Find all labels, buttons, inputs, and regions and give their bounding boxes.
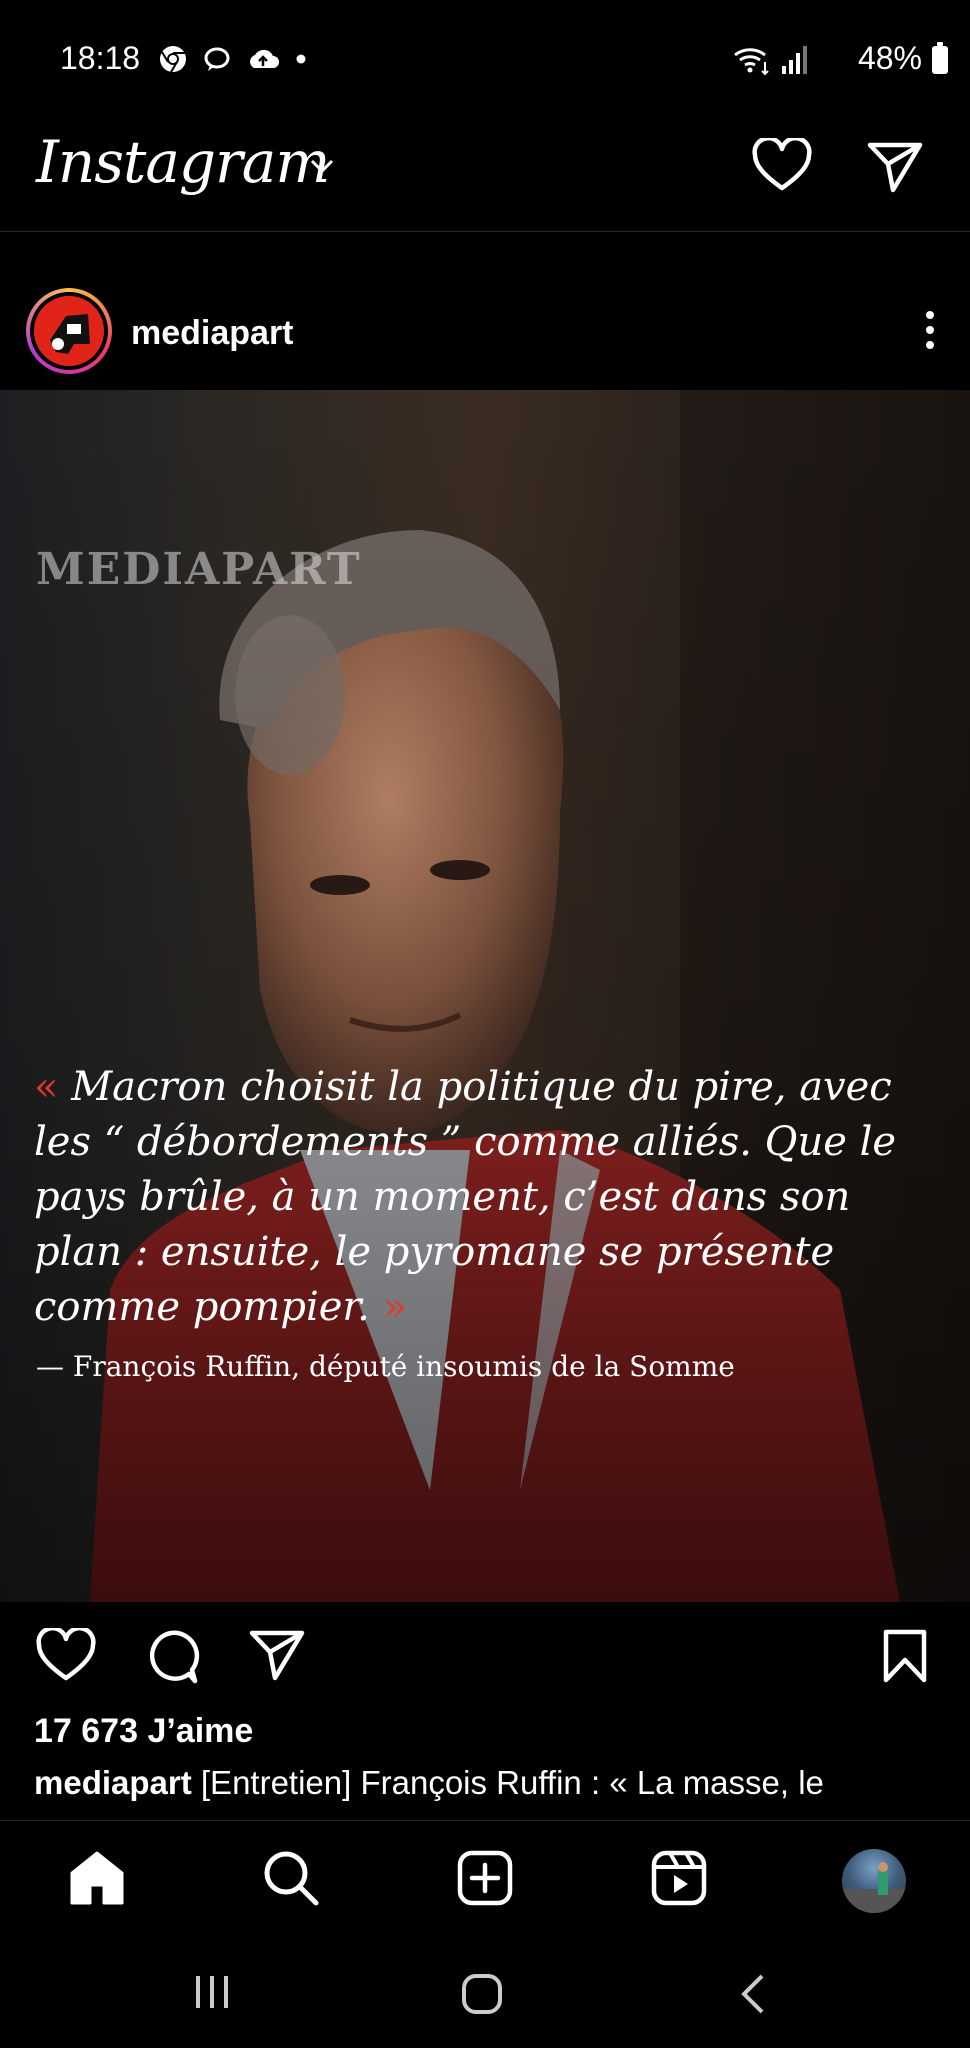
quote-author: — François Ruffin, député insoumis de la… [36, 1350, 735, 1383]
image-watermark: MEDIAPART [36, 544, 362, 595]
story-ring[interactable] [26, 288, 112, 374]
search-icon[interactable] [262, 1849, 320, 1907]
bottom-nav [0, 1820, 970, 1940]
quote-text: Macron choisit la politique du pire, ave… [34, 1064, 897, 1330]
notification-icons [158, 44, 308, 74]
profile-photo [842, 1862, 906, 1913]
mediapart-avatar [34, 296, 104, 366]
status-bar: 18:18 48% [0, 0, 970, 110]
cloud-upload-icon [250, 49, 279, 68]
chat-bubble-icon [204, 47, 230, 71]
quote-close: » [382, 1284, 408, 1330]
likes-count[interactable]: 17 673 J’aime [34, 1712, 253, 1751]
system-navigation-bar [0, 1940, 970, 2048]
heart-icon[interactable] [752, 138, 812, 194]
comment-icon[interactable] [142, 1628, 200, 1686]
avatar-border [30, 292, 108, 370]
battery-icon [932, 42, 948, 74]
battery-percent: 48% [857, 40, 922, 76]
reels-icon[interactable] [650, 1849, 708, 1907]
profile-avatar[interactable] [842, 1849, 906, 1913]
back-icon[interactable] [738, 1972, 768, 2016]
dot-icon [296, 54, 306, 64]
caption-text: [Entretien] François Ruffin : « La masse… [191, 1764, 824, 1801]
caption-username[interactable]: mediapart [34, 1764, 192, 1801]
instagram-logo[interactable]: Instagram [36, 128, 330, 196]
app-header: Instagram [0, 110, 970, 232]
home-button-icon[interactable] [460, 1972, 504, 2016]
recent-apps-icon[interactable] [190, 1972, 234, 2012]
chrome-icon [160, 46, 186, 73]
image-quote: « Macron choisit la politique du pire, a… [34, 1060, 934, 1335]
post-image[interactable]: MEDIAPART « Macron choisit la politique … [0, 390, 970, 1602]
like-icon[interactable] [36, 1628, 96, 1684]
chevron-down-icon[interactable] [308, 156, 336, 176]
send-icon[interactable] [866, 140, 924, 194]
post-actions [0, 1602, 970, 1712]
more-options-icon[interactable] [922, 308, 938, 352]
home-icon[interactable] [68, 1849, 126, 1907]
mediapart-logo-icon [34, 296, 104, 366]
wifi-icon [734, 48, 769, 76]
share-icon[interactable] [248, 1628, 306, 1682]
post-username[interactable]: mediapart [131, 314, 294, 353]
quote-open: « [34, 1064, 59, 1110]
create-icon[interactable] [456, 1849, 514, 1907]
connectivity-icons [732, 44, 810, 76]
status-time: 18:18 [60, 40, 141, 76]
signal-icon [782, 46, 807, 74]
post-caption[interactable]: mediapart [Entretien] François Ruffin : … [34, 1764, 944, 1808]
post-header: mediapart [0, 280, 970, 390]
bookmark-icon[interactable] [882, 1628, 928, 1684]
